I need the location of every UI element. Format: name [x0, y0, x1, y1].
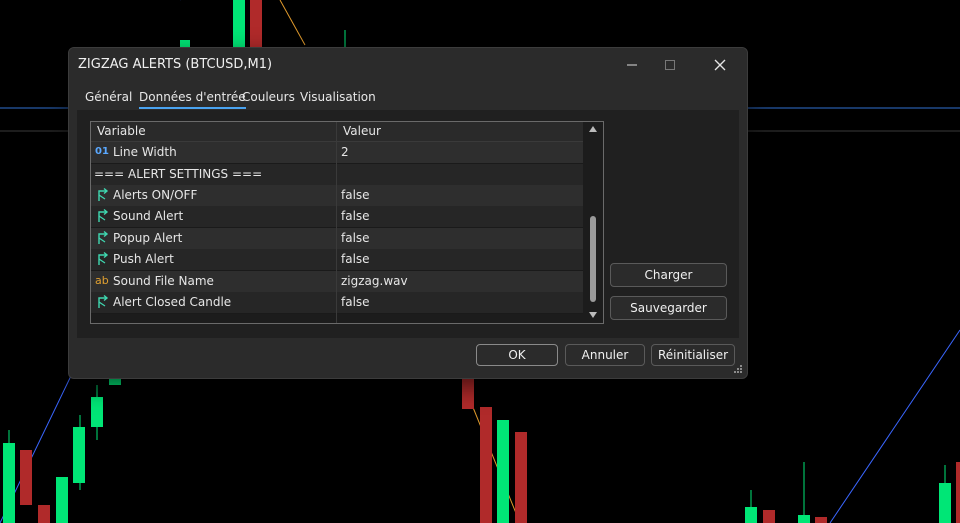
variable-value[interactable]: false — [341, 231, 370, 245]
bull-candle — [56, 477, 68, 523]
ok-button[interactable]: OK — [476, 344, 558, 366]
inputs-panel: Variable Valeur 01 Line Width 2 === ALER… — [77, 110, 739, 338]
orange-line — [279, 0, 306, 46]
variable-name: === ALERT SETTINGS === — [94, 167, 263, 181]
variable-value[interactable]: false — [341, 188, 370, 202]
table-row[interactable]: Popup Alert false — [91, 228, 583, 250]
tab-bar: Général Données d'entrée Couleurs Visual… — [69, 88, 747, 110]
bear-candle — [480, 407, 492, 523]
dialog-title: ZIGZAG ALERTS (BTCUSD,M1) — [78, 57, 273, 72]
string-type-icon: ab — [95, 274, 109, 287]
variable-value[interactable]: false — [341, 295, 370, 309]
minimize-icon — [627, 64, 637, 66]
column-header-variable[interactable]: Variable — [97, 124, 146, 138]
table-row[interactable]: Alert Closed Candle false — [91, 292, 583, 314]
bull-candle — [939, 483, 951, 523]
int-type-icon: 01 — [95, 146, 109, 157]
table-scrollbar[interactable] — [584, 122, 602, 323]
tab-inputs[interactable]: Données d'entrée — [139, 90, 246, 109]
scroll-up-icon[interactable] — [589, 126, 597, 132]
variable-name: Line Width — [113, 145, 177, 159]
bear-candle — [763, 510, 775, 523]
maximize-button[interactable] — [647, 48, 693, 82]
bull-candle — [745, 507, 757, 523]
table-row[interactable]: Push Alert false — [91, 249, 583, 271]
variable-name: Alert Closed Candle — [113, 295, 232, 309]
tab-general[interactable]: Général — [85, 90, 132, 107]
table-row[interactable]: 01 Line Width 2 — [91, 142, 583, 164]
bool-type-icon — [95, 294, 111, 310]
bull-candle — [91, 397, 103, 427]
table-row-group[interactable]: === ALERT SETTINGS === — [91, 164, 583, 186]
variable-value[interactable]: zigzag.wav — [341, 274, 408, 288]
bull-candle — [798, 515, 810, 523]
column-separator[interactable] — [336, 122, 337, 323]
bull-candle — [233, 0, 245, 47]
variable-name: Sound Alert — [113, 209, 184, 223]
table-row[interactable]: Alerts ON/OFF false — [91, 185, 583, 207]
resize-grip-icon[interactable] — [733, 364, 743, 374]
table-row[interactable]: ab Sound File Name zigzag.wav — [91, 271, 583, 293]
bool-type-icon — [95, 251, 111, 267]
close-button[interactable] — [697, 48, 743, 82]
bool-type-icon — [95, 230, 111, 246]
bear-candle — [20, 450, 32, 505]
inputs-table: Variable Valeur 01 Line Width 2 === ALER… — [90, 121, 604, 324]
variable-name: Sound File Name — [113, 274, 214, 288]
bear-candle — [815, 517, 827, 523]
variable-name: Alerts ON/OFF — [113, 188, 198, 202]
variable-value[interactable]: false — [341, 209, 370, 223]
save-button[interactable]: Sauvegarder — [610, 296, 727, 320]
bull-candle — [3, 443, 15, 523]
scroll-down-icon[interactable] — [589, 312, 597, 318]
tab-colors[interactable]: Couleurs — [242, 90, 295, 107]
tab-visualization[interactable]: Visualisation — [300, 90, 376, 107]
bull-candle — [180, 40, 190, 47]
bool-type-icon — [95, 208, 111, 224]
bear-candle — [515, 432, 527, 523]
orange-line — [469, 399, 521, 523]
bool-type-icon — [95, 187, 111, 203]
bear-candle — [250, 0, 262, 47]
table-row[interactable]: Sound Alert false — [91, 206, 583, 228]
load-button[interactable]: Charger — [610, 263, 727, 287]
bear-candle — [38, 505, 50, 523]
maximize-icon — [665, 60, 675, 70]
reset-button[interactable]: Réinitialiser — [651, 344, 735, 366]
scroll-thumb[interactable] — [590, 216, 596, 302]
variable-value[interactable]: false — [341, 252, 370, 266]
bear-candle — [462, 377, 474, 409]
table-header: Variable Valeur — [91, 122, 583, 142]
column-header-value[interactable]: Valeur — [343, 124, 381, 138]
zigzag-alerts-dialog: ZIGZAG ALERTS (BTCUSD,M1) Général Donnée… — [68, 47, 748, 379]
close-icon — [714, 59, 726, 71]
cancel-button[interactable]: Annuler — [565, 344, 645, 366]
variable-name: Push Alert — [113, 252, 174, 266]
dialog-titlebar[interactable]: ZIGZAG ALERTS (BTCUSD,M1) — [69, 48, 747, 82]
bull-candle — [497, 420, 509, 523]
bear-candle — [956, 462, 960, 523]
variable-name: Popup Alert — [113, 231, 183, 245]
bull-candle — [73, 427, 85, 483]
variable-value[interactable]: 2 — [341, 145, 349, 159]
